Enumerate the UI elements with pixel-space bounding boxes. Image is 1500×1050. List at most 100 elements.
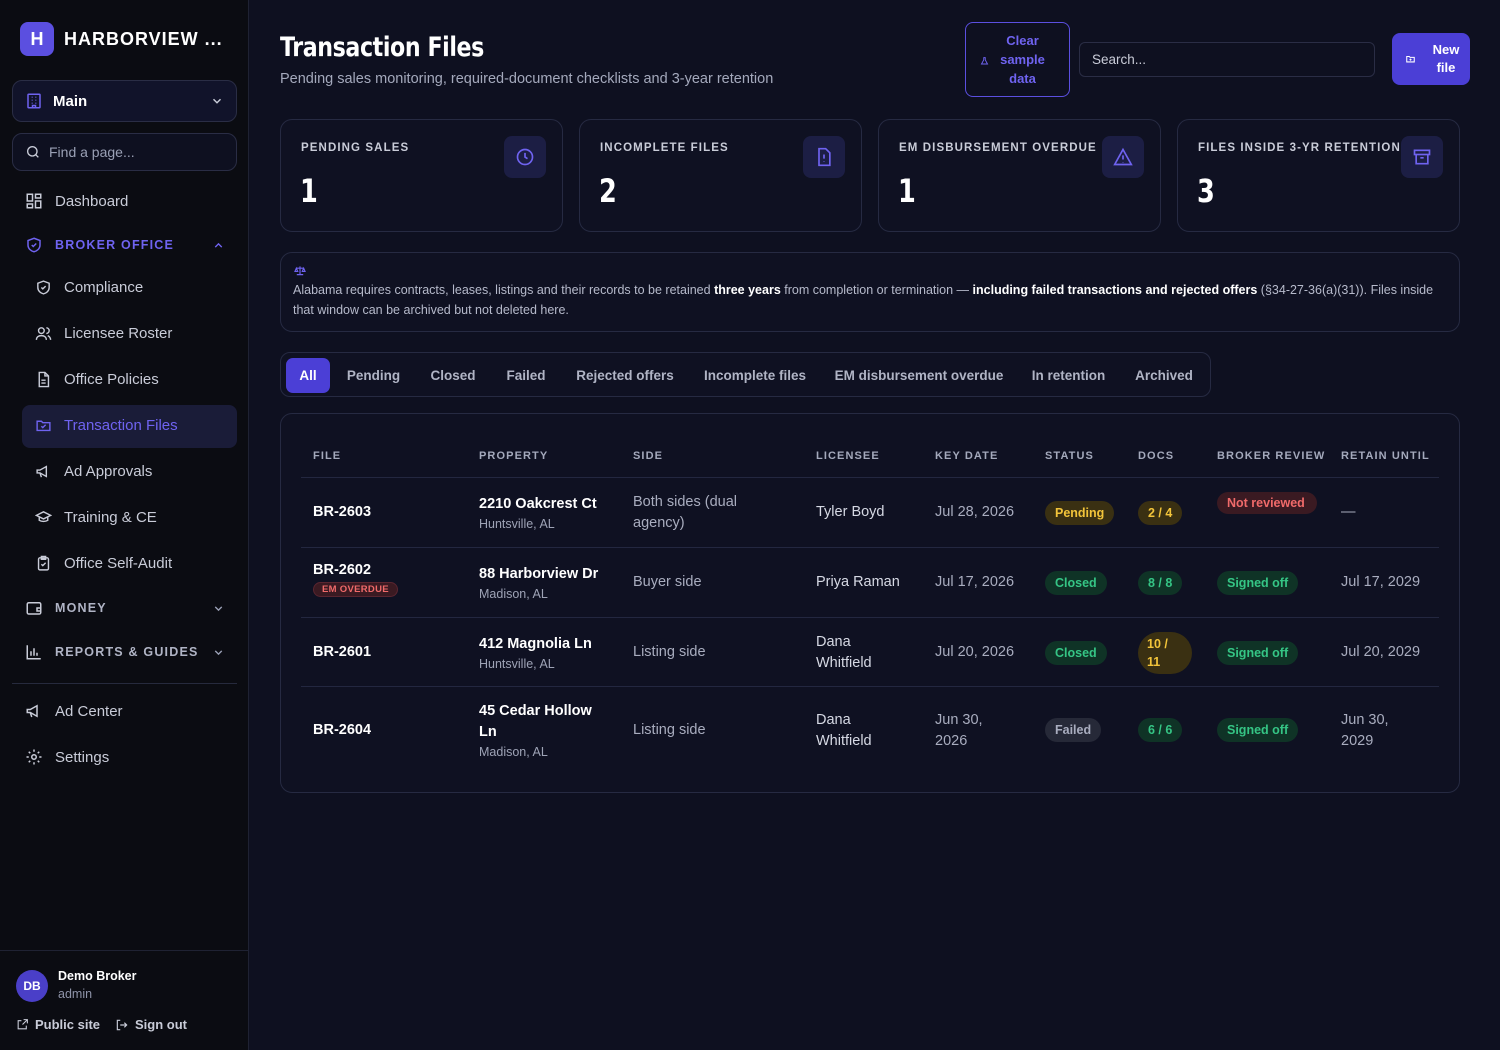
retain-until-cell: Jul 17, 2029 (1341, 574, 1421, 590)
grid-icon (26, 193, 42, 209)
sign-out-link[interactable]: Sign out (115, 1017, 187, 1032)
retain-until-cell: — (1341, 504, 1356, 520)
chevron-up-icon (214, 242, 223, 248)
workspace-select[interactable]: Main (12, 80, 237, 122)
page-title: Transaction Files (280, 32, 484, 63)
public-site-label: Public site (35, 1017, 101, 1032)
tab-em-overdue[interactable]: EM disbursement overdue (825, 358, 1013, 393)
brand[interactable]: H HARBORVIEW ... (20, 22, 223, 56)
wallet-icon (26, 602, 42, 615)
docs-badge: 2 / 4 (1138, 501, 1183, 525)
property-cell: 2210 Oakcrest Ct Huntsville, AL (479, 494, 597, 531)
file-id[interactable]: BR-2602 (313, 562, 398, 578)
sidebar-item-ad-approvals[interactable]: Ad Approvals (35, 463, 152, 480)
transactions-table: FILE PROPERTY SIDE LICENSEE KEY DATE STA… (280, 413, 1460, 793)
sidebar-item-ad-center[interactable]: Ad Center (25, 702, 123, 720)
column-header: STATUS (1045, 450, 1094, 462)
file-id[interactable]: BR-2604 (313, 722, 371, 738)
chevron-down-icon (214, 605, 223, 611)
property-city: Huntsville, AL (479, 517, 555, 531)
scale-icon (294, 266, 306, 276)
property-street: 2210 Oakcrest Ct (479, 496, 597, 512)
sidebar-item-label: Dashboard (55, 192, 129, 210)
document-icon (38, 371, 50, 388)
stat-label: FILES INSIDE 3-YR RETENTION (1198, 142, 1401, 154)
tab-in-retention[interactable]: In retention (1021, 358, 1116, 393)
tab-closed[interactable]: Closed (419, 358, 487, 393)
sidebar-item-settings[interactable]: Settings (25, 748, 109, 766)
retain-until-cell: Jun 30, 2029 (1341, 712, 1389, 749)
users-icon (35, 327, 52, 340)
sidebar-item-self-audit[interactable]: Office Self-Audit (35, 555, 172, 572)
sign-out-label: Sign out (135, 1017, 187, 1032)
file-id[interactable]: BR-2603 (313, 504, 371, 520)
external-link-icon (17, 1019, 28, 1030)
column-header: FILE (313, 450, 342, 462)
chevron-down-icon (214, 649, 223, 655)
stat-card-pending-sales: PENDING SALES 1 (280, 119, 563, 232)
table-row[interactable]: BR-2601 412 Magnolia Ln Huntsville, AL L… (301, 617, 1439, 686)
table-row[interactable]: BR-2604 45 Cedar Hollow Ln Madison, AL L… (301, 686, 1439, 774)
column-header: KEY DATE (935, 450, 999, 462)
clear-sample-data-button[interactable]: Clear sample data (965, 22, 1070, 97)
section-money[interactable]: MONEY (25, 599, 225, 617)
table-row[interactable]: BR-2602 EM OVERDUE 88 Harborview Dr Madi… (301, 547, 1439, 617)
megaphone-icon (26, 704, 38, 718)
search-field[interactable] (1079, 42, 1375, 77)
find-page-input[interactable]: Find a page... (12, 133, 237, 171)
sidebar-item-transaction-files[interactable]: Transaction Files (35, 417, 178, 434)
sidebar-item-licensee-roster[interactable]: Licensee Roster (35, 325, 172, 342)
stat-card-retention: FILES INSIDE 3-YR RETENTION 3 (1177, 119, 1460, 232)
section-broker-office[interactable]: BROKER OFFICE (25, 236, 225, 254)
graduation-cap-icon (35, 511, 52, 523)
stat-label: INCOMPLETE FILES (600, 142, 729, 154)
brand-name: HARBORVIEW ... (64, 28, 223, 49)
file-alert-icon (803, 136, 845, 178)
status-badge: Pending (1045, 501, 1115, 525)
key-date-cell: Jul 28, 2026 (935, 504, 1015, 520)
tab-incomplete-files[interactable]: Incomplete files (693, 358, 817, 393)
folder-icon (36, 420, 51, 432)
warning-icon (1102, 136, 1144, 178)
retain-until-cell: Jul 20, 2029 (1341, 644, 1421, 660)
stat-label: PENDING SALES (301, 142, 410, 154)
side-cell: Listing side (633, 722, 706, 738)
page-subtitle: Pending sales monitoring, required-docum… (280, 71, 774, 87)
public-site-link[interactable]: Public site (16, 1017, 100, 1032)
search-input[interactable] (1092, 52, 1362, 67)
tab-rejected-offers[interactable]: Rejected offers (565, 358, 685, 393)
licensee-cell: Dana Whitfield (816, 634, 872, 671)
column-header: RETAIN UNTIL (1341, 450, 1430, 462)
sidebar-item-label: Settings (55, 748, 110, 766)
gear-icon (26, 749, 42, 765)
sign-out-icon (116, 1019, 128, 1030)
column-header: DOCS (1138, 450, 1175, 462)
stat-value: 3 (1197, 172, 1215, 210)
tab-archived[interactable]: Archived (1124, 358, 1204, 393)
brand-logo: H (20, 22, 54, 56)
user-name: Demo Broker (58, 969, 137, 983)
section-reports[interactable]: REPORTS & GUIDES (25, 643, 225, 661)
new-file-button[interactable]: New file (1392, 33, 1470, 85)
property-cell: 45 Cedar Hollow Ln Madison, AL (479, 701, 604, 759)
column-header: PROPERTY (479, 450, 549, 462)
sidebar-item-label: Licensee Roster (64, 325, 173, 342)
sidebar-item-dashboard[interactable]: Dashboard (25, 192, 128, 210)
file-id[interactable]: BR-2601 (313, 644, 371, 660)
sidebar-item-training[interactable]: Training & CE (35, 509, 157, 526)
sidebar-item-office-policies[interactable]: Office Policies (35, 371, 159, 388)
search-icon (27, 146, 39, 158)
sidebar-item-compliance[interactable]: Compliance (35, 279, 143, 296)
table-row[interactable]: BR-2603 2210 Oakcrest Ct Huntsville, AL … (301, 477, 1439, 547)
column-header: SIDE (633, 450, 664, 462)
tab-all[interactable]: All (286, 358, 330, 393)
section-label: MONEY (55, 601, 107, 615)
review-badge: Signed off (1217, 641, 1299, 665)
tab-pending[interactable]: Pending (336, 358, 411, 393)
status-badge: Closed (1045, 641, 1107, 665)
tab-failed[interactable]: Failed (495, 358, 557, 393)
stat-card-incomplete-files: INCOMPLETE FILES 2 (579, 119, 862, 232)
stat-label: EM DISBURSEMENT OVERDUE (899, 142, 1097, 154)
section-label: BROKER OFFICE (55, 238, 175, 252)
user-role: admin (58, 987, 93, 1001)
